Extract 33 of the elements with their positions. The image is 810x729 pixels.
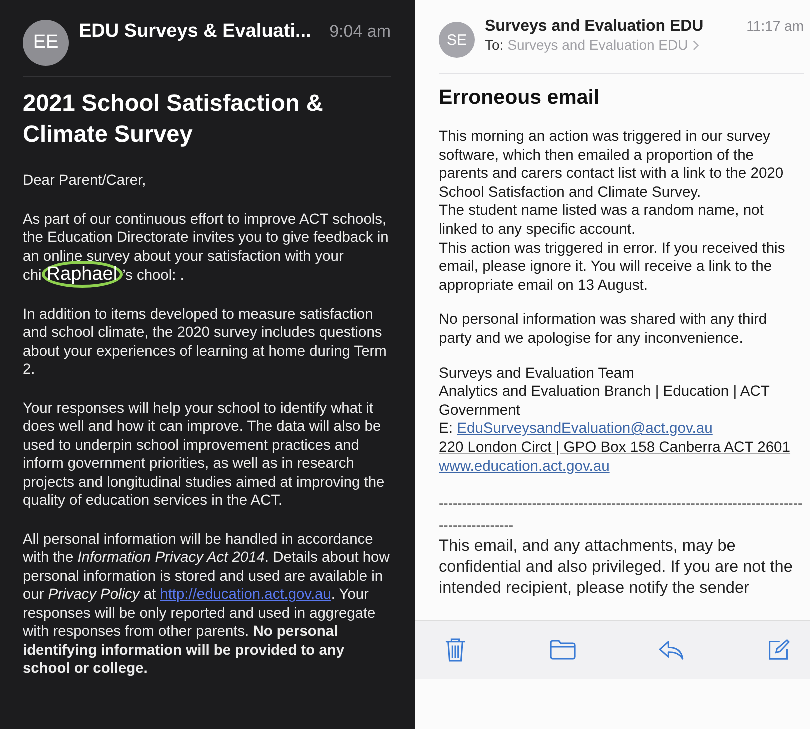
dashed-separator: ---------------------------------------------------------------------------------------------- bbox=[439, 494, 804, 536]
body-text: This action was triggered in error. If you received this email, please ignore it. You will receive a link to the appropriate email on 13 August. bbox=[439, 240, 786, 294]
address-text: 220 London Circt | GPO Box 158 Canberra ACT 2601 bbox=[439, 440, 791, 456]
email-time: 11:17 am bbox=[746, 18, 804, 34]
body-paragraph: In addition to items developed to measure satisfaction and school climate, the 2020 survey includes questions about your experiences of learning at home during Term 2. bbox=[23, 306, 388, 380]
body-paragraph: Your responses will help your school to identify what it does well and how it can improve. The data will also be used to underpin school improvement practices and inform government priorities, as well as in research projects and longitudinal studies aimed at improving the quality of education services in the ACT. bbox=[23, 400, 386, 510]
email-subject: 2021 School Satisfaction & Climate Survey bbox=[23, 89, 324, 149]
folder-icon[interactable] bbox=[550, 640, 576, 660]
body-text: Surveys and Evaluation Team bbox=[439, 366, 634, 382]
sender-name: Surveys and Evaluation EDU bbox=[485, 18, 704, 36]
body-text: The student name listed was a random name, not linked to any specific account. bbox=[439, 203, 764, 238]
greeting: Dear Parent/Carer, bbox=[23, 172, 148, 190]
email-link[interactable]: EduSurveysandEvaluation@act.gov.au bbox=[457, 421, 713, 438]
body-text: No personal information was shared with any third party and we apologise for any inconvenience. bbox=[439, 312, 768, 347]
email-link[interactable]: www.education.act.gov.au bbox=[439, 458, 610, 474]
body-text: E: bbox=[439, 421, 454, 438]
circled-name: Raphael bbox=[42, 261, 123, 288]
reply-icon[interactable] bbox=[659, 640, 684, 660]
to-label: To: bbox=[485, 37, 504, 53]
trash-icon[interactable] bbox=[445, 638, 466, 662]
body-paragraph: As part of our continuous effort to improve ACT schools, the Education Directorate invites you to give feedback in an online survey about your satisfaction with your chi Raphael ’s chool: . bbox=[23, 210, 391, 286]
email-subject: Erroneous email bbox=[439, 86, 601, 110]
sender-avatar: EE bbox=[23, 20, 69, 66]
disclaimer-text: This email, and any attachments, may be confidential and also privileged. If you are not the intended recipient, please notify the sender bbox=[439, 536, 794, 600]
website-link[interactable]: http://education.act.gov.au bbox=[160, 587, 332, 603]
body-text: Analytics and Evaluation Branch | Education | ACT Government bbox=[439, 384, 770, 419]
chevron-icon bbox=[693, 40, 700, 50]
body-text: This morning an action was triggered in our survey software, which then emailed a proportion of the parents and carers contact list with a link to the 2020 School Satisfaction and Climate Survey. bbox=[439, 129, 784, 201]
email-time: 9:04 am bbox=[330, 22, 391, 42]
sender-name: EDU Surveys & Evaluati... bbox=[79, 21, 312, 43]
sender-avatar: SE bbox=[439, 22, 475, 58]
compose-icon[interactable] bbox=[768, 639, 790, 661]
body-paragraph: All personal information will be handled in accordance with the Information Privacy Act 2014. Details about how personal information is stored and used are available in our Privacy Policy at http://education.act.gov.au. Your responses will be only reported and used in aggregate with responses from other parents. No personal identifying information will be provided to any school or college. bbox=[23, 530, 391, 678]
